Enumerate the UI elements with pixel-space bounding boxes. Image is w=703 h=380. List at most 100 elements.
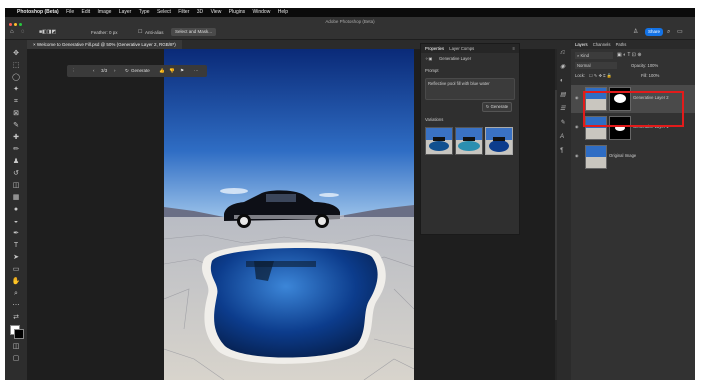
panel-menu-icon[interactable]: ≡ [513, 44, 515, 53]
feather-field[interactable]: Feather: 0 px [91, 30, 118, 35]
tab-properties[interactable]: Properties [425, 46, 444, 51]
layer-filter-kind[interactable]: ⌕ Kind [575, 52, 613, 59]
lock-icons[interactable]: ☐ ✎ ✥ ⌗ 🔒 [589, 73, 612, 79]
layer-row-original-image[interactable]: ◉ Original Image [571, 143, 695, 171]
brushes-panel-icon[interactable]: ✎ [560, 120, 567, 126]
rectangle-tool-icon[interactable]: ▭ [11, 266, 21, 274]
clone-stamp-tool-icon[interactable]: ♟ [11, 158, 21, 166]
properties-panel-icon[interactable]: ☰ [560, 106, 567, 112]
opacity-field[interactable]: Opacity: 100% [631, 63, 658, 68]
drag-handle-icon[interactable]: ⋮ [71, 65, 76, 77]
menu-file[interactable]: File [66, 9, 74, 15]
type-tool-icon[interactable]: T [11, 242, 21, 250]
properties-generate-button[interactable]: ↻ Generate [482, 102, 512, 112]
menu-type[interactable]: Type [139, 9, 150, 15]
frame-tool-icon[interactable]: ⊠ [11, 110, 21, 118]
move-tool-icon[interactable]: ✥ [11, 50, 21, 58]
thumbs-down-icon[interactable]: 👎 [169, 65, 175, 77]
color-panel-icon[interactable]: ◉ [560, 64, 567, 70]
visibility-eye-icon[interactable]: ◉ [575, 124, 579, 129]
home-icon[interactable]: ⌂ [10, 29, 14, 36]
hand-tool-icon[interactable]: ✋ [11, 278, 21, 286]
menu-view[interactable]: View [211, 9, 222, 15]
selection-mode-icons[interactable]: ■◧◨◩ [39, 29, 56, 36]
dodge-tool-icon[interactable]: ◒ [11, 218, 21, 226]
character-panel-icon[interactable]: A [560, 134, 567, 140]
path-selection-tool-icon[interactable]: ➤ [11, 254, 21, 262]
history-panel-icon[interactable]: ⎌ [560, 50, 567, 56]
tools-panel: ✥ ⬚ ◯ ✦ ⌗ ⊠ ✎ ✚ ✏ ♟ ↺ ◫ ▦ ● ◒ ✒ T ➤ ▭ ✋ … [5, 40, 27, 380]
share-button[interactable]: Share [645, 28, 663, 36]
marquee-tool-icon[interactable]: ⬚ [11, 62, 21, 70]
next-variation-icon[interactable]: › [114, 65, 116, 77]
blend-mode-select[interactable]: Normal [575, 62, 617, 69]
menu-image[interactable]: Image [98, 9, 112, 15]
menu-edit[interactable]: Edit [82, 9, 91, 15]
eyedropper-tool-icon[interactable]: ✎ [11, 122, 21, 130]
screen-mode-icon[interactable]: ▢ [11, 355, 21, 363]
variation-thumbnail-1[interactable] [425, 127, 453, 155]
generate-button[interactable]: Generate [131, 65, 150, 77]
properties-panel: Properties Layer Comps ≡ ✧▣ Generative L… [420, 43, 520, 235]
menu-select[interactable]: Select [157, 9, 171, 15]
menu-layer[interactable]: Layer [119, 9, 132, 15]
menu-filter[interactable]: Filter [178, 9, 189, 15]
visibility-eye-icon[interactable]: ◉ [575, 153, 579, 158]
lasso-tool-icon[interactable]: ◌ [21, 29, 25, 36]
prompt-input[interactable]: Reflective pool fill with blue water [425, 78, 515, 100]
search-icon[interactable]: ⌕ [667, 29, 670, 36]
lasso-tool-icon[interactable]: ◯ [11, 74, 21, 82]
learn-icon[interactable]: ♙ [633, 29, 638, 36]
libraries-panel-icon[interactable]: ▤ [560, 92, 567, 98]
variation-thumbnail-2[interactable] [455, 127, 483, 155]
properties-panel-tabs: Properties Layer Comps ≡ [421, 44, 519, 53]
gradient-tool-icon[interactable]: ▦ [11, 194, 21, 202]
background-color-swatch[interactable] [14, 329, 24, 339]
history-brush-tool-icon[interactable]: ↺ [11, 170, 21, 178]
thumbs-up-icon[interactable]: 👍 [159, 65, 165, 77]
variation-thumbnail-3[interactable] [485, 127, 513, 155]
more-options-icon[interactable]: ⋯ [194, 65, 199, 77]
layer-name[interactable]: Original Image [609, 153, 636, 158]
fill-field[interactable]: Fill: 100% [641, 73, 659, 78]
previous-variation-icon[interactable]: ‹ [93, 65, 95, 77]
tab-layers[interactable]: Layers [575, 42, 588, 47]
regenerate-icon[interactable]: ↻ [125, 65, 129, 77]
quick-mask-icon[interactable]: ◫ [11, 343, 21, 351]
brush-tool-icon[interactable]: ✏ [11, 146, 21, 154]
crop-tool-icon[interactable]: ⌗ [11, 98, 21, 106]
more-tools-icon[interactable]: ⋯ [11, 302, 21, 310]
pen-tool-icon[interactable]: ✒ [11, 230, 21, 238]
filter-search-icon: ⌕ [577, 53, 580, 58]
paragraph-panel-icon[interactable]: ¶ [560, 148, 567, 154]
object-select-tool-icon[interactable]: ✦ [11, 86, 21, 94]
select-and-mask-button[interactable]: Select and Mask... [171, 28, 217, 36]
workspace-icon[interactable]: ▭ [677, 29, 683, 36]
menu-window[interactable]: Window [253, 9, 271, 15]
photoshop-window: Photoshop (Beta) File Edit Image Layer T… [5, 8, 695, 380]
menu-plugins[interactable]: Plugins [229, 9, 245, 15]
filter-icons[interactable]: ▣ ◐ T ⊡ ⊕ [617, 52, 642, 58]
variation-1-image [426, 128, 452, 154]
blur-tool-icon[interactable]: ● [11, 206, 21, 214]
document-canvas[interactable] [164, 49, 414, 380]
close-tab-icon[interactable]: × [33, 42, 36, 47]
tab-channels[interactable]: Channels [593, 42, 611, 47]
healing-brush-tool-icon[interactable]: ✚ [11, 134, 21, 142]
eraser-tool-icon[interactable]: ◫ [11, 182, 21, 190]
visibility-eye-icon[interactable]: ◉ [575, 95, 579, 100]
swap-colors-icon[interactable]: ⇄ [11, 314, 21, 322]
tab-paths[interactable]: Paths [616, 42, 627, 47]
flag-icon[interactable]: ⚑ [180, 65, 184, 77]
tab-layer-comps[interactable]: Layer Comps [449, 46, 474, 51]
menu-3d[interactable]: 3D [197, 9, 203, 15]
variation-counter: 3/3 [101, 68, 108, 73]
zoom-tool-icon[interactable]: ⌕ [11, 290, 21, 298]
lock-label: Lock: [575, 73, 586, 78]
anti-alias-checkbox[interactable]: ☐ [138, 29, 142, 36]
adjustments-panel-icon[interactable]: ◐ [560, 78, 567, 84]
menu-help[interactable]: Help [278, 9, 288, 15]
document-tab[interactable]: × Welcome to Generative Fill.psd @ 50% (… [27, 40, 182, 49]
menu-app-name[interactable]: Photoshop (Beta) [17, 9, 59, 15]
generative-layer-icon: ✧▣ [425, 56, 433, 61]
